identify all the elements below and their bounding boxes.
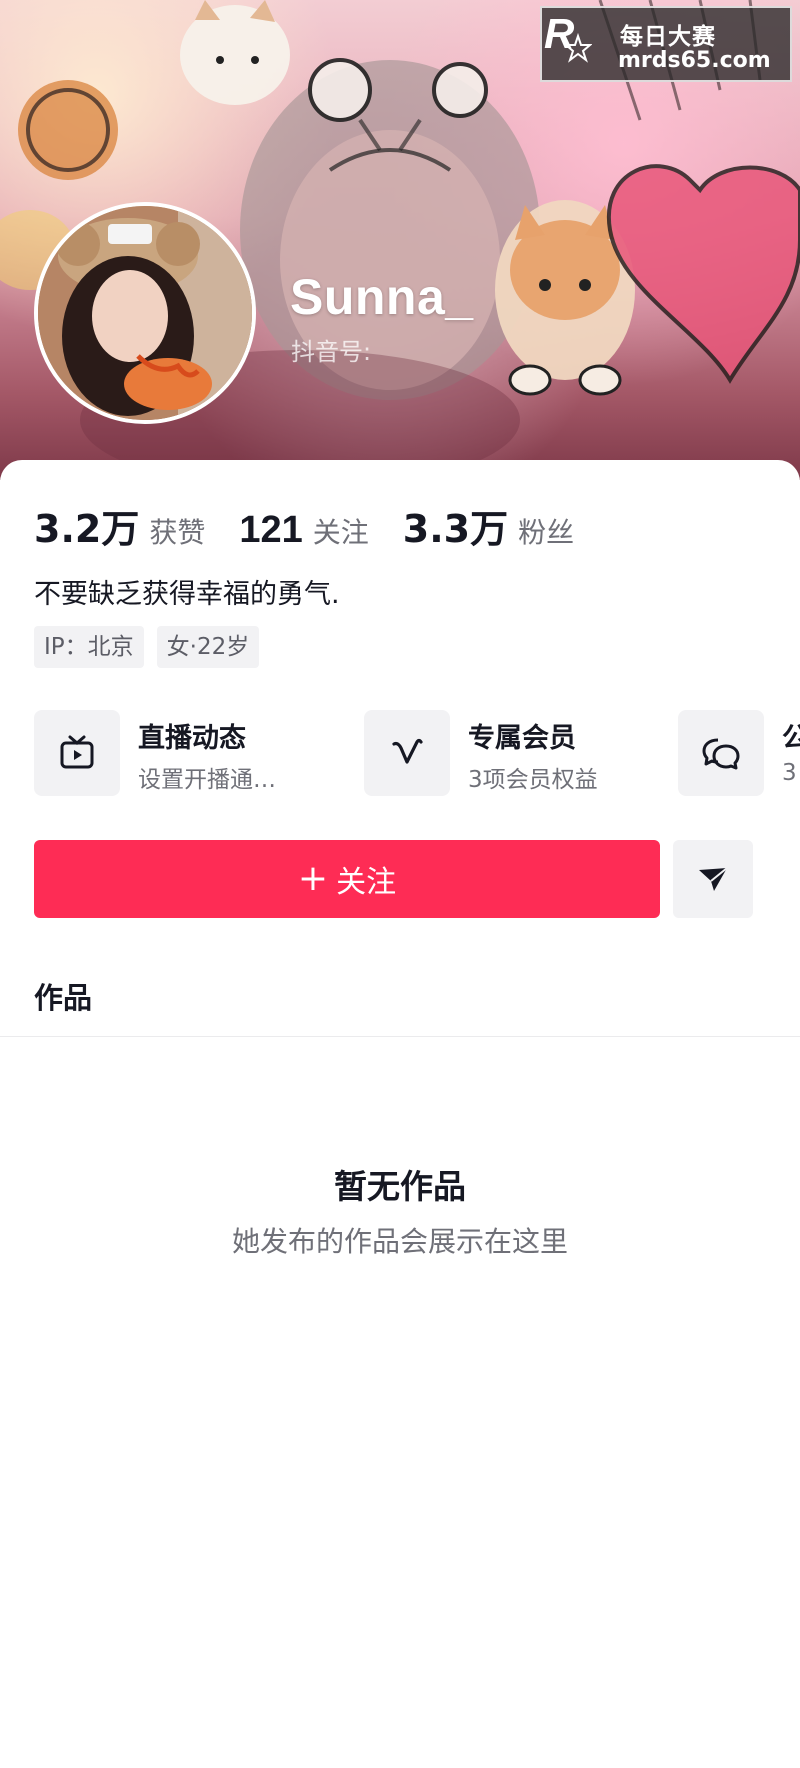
ip-location-tag: IP：北京 [34,626,144,668]
r-star-logo-icon: R [544,10,592,63]
follow-button[interactable]: + 关注 [34,840,660,918]
stat-value: 121 [239,509,303,551]
profile-banner: R 每日大赛 mrds65.com Sunna_ 抖音号: [0,0,800,480]
avatar[interactable] [34,202,256,424]
follow-label: 关注 [336,865,397,900]
stat-followers[interactable]: 3.3万 粉丝 [403,498,574,553]
send-message-button[interactable] [673,840,753,918]
bio-text: 不要缺乏获得幸福的勇气. [34,579,340,610]
tab-works[interactable]: 作品 [34,975,92,1017]
stat-label: 关注 [312,516,369,549]
profile-card: 3.2万 获赞 121 关注 3.3万 粉丝 不要缺乏获得幸福的勇气. IP：北… [0,460,800,1768]
stats-row: 3.2万 获赞 121 关注 3.3万 粉丝 [34,498,608,551]
send-icon [699,867,728,891]
avatar-photo [38,206,252,420]
stat-label: 获赞 [149,516,206,549]
feature-title: 直播动态 [138,723,246,754]
stat-label: 粉丝 [518,516,575,549]
feature-subtitle: 3 [782,760,797,786]
feature-strip: 直播动态 设置开播通… 专属会员 3项会员权益 公 3 [34,710,800,798]
watermark-badge: R 每日大赛 mrds65.com [540,6,792,82]
stat-value: 3.3万 [402,507,509,551]
tv-icon [34,710,120,796]
feature-title: 专属会员 [468,723,576,754]
stat-value: 3.2万 [34,507,140,551]
gender-age-tag: 女·22岁 [156,626,260,668]
stat-following[interactable]: 121 关注 [239,509,368,552]
feature-title: 公 [782,723,800,754]
empty-state-subtitle: 她发布的作品会展示在这里 [231,1225,568,1258]
feature-subtitle: 设置开播通… [138,767,276,793]
stat-likes[interactable]: 3.2万 获赞 [34,498,205,553]
tag-list: IP：北京 女·22岁 [34,626,272,668]
chat-bubbles-icon [678,710,764,796]
tab-divider [0,1036,800,1037]
watermark-url: mrds65.com [618,48,771,73]
watermark-cn-text: 每日大赛 [620,24,716,50]
empty-state-title: 暂无作品 [334,1167,466,1206]
feature-subtitle: 3项会员权益 [468,767,598,793]
v-icon [364,710,450,796]
douyin-id-label: 抖音号: [291,338,372,366]
plus-icon: + [297,858,329,899]
username: Sunna_ [290,269,474,325]
